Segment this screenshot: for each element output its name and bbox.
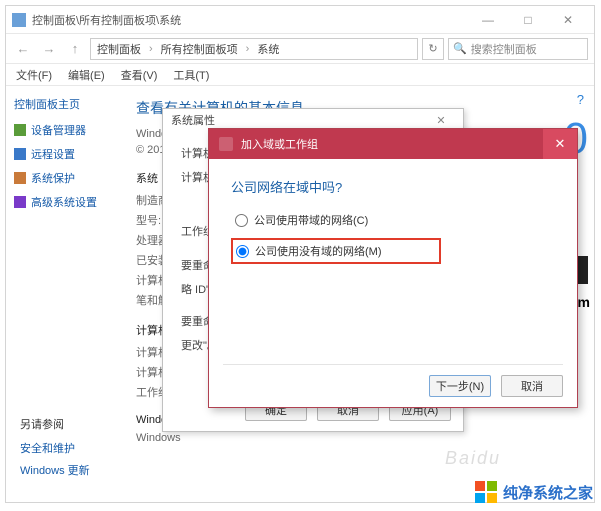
option-without-domain[interactable]: 公司使用没有域的网络(M): [231, 238, 441, 264]
dialog-body: 公司网络在域中吗? 公司使用带域的网络(C) 公司使用没有域的网络(M): [209, 159, 577, 290]
dialog-titlebar[interactable]: 加入域或工作组 ✕: [209, 129, 577, 159]
menu-edit[interactable]: 编辑(E): [68, 67, 105, 83]
row-act: Windows: [136, 432, 576, 444]
sidebar-item-label: 设备管理器: [31, 122, 86, 138]
up-button[interactable]: ↑: [64, 38, 86, 60]
sidebar: 控制面板主页 设备管理器 远程设置 系统保护 高级系统设置 另请参阅 安全和维护…: [6, 86, 118, 472]
menu-tools[interactable]: 工具(T): [173, 67, 209, 83]
window-title: 控制面板\所有控制面板项\系统: [32, 12, 468, 28]
option-label: 公司使用带域的网络(C): [254, 212, 368, 228]
close-button[interactable]: ✕: [548, 8, 588, 32]
window-icon: [12, 13, 26, 27]
join-domain-dialog: 加入域或工作组 ✕ 公司网络在域中吗? 公司使用带域的网络(C) 公司使用没有域…: [208, 128, 578, 408]
sidebar-home[interactable]: 控制面板主页: [14, 96, 110, 112]
gear-icon: [14, 196, 26, 208]
option-label: 公司使用没有域的网络(M): [255, 243, 382, 259]
menu-bar: 文件(F) 编辑(E) 查看(V) 工具(T): [6, 64, 594, 86]
search-placeholder: 搜索控制面板: [471, 41, 537, 57]
option-with-domain[interactable]: 公司使用带域的网络(C): [231, 210, 555, 230]
help-icon[interactable]: ?: [577, 92, 584, 107]
nav-row: ← → ↑ 控制面板 › 所有控制面板项 › 系统 ↻ 🔍 搜索控制面板: [6, 34, 594, 64]
dialog-close-button[interactable]: ✕: [543, 129, 577, 159]
footer-head: 另请参阅: [20, 416, 90, 432]
sidebar-item-remote[interactable]: 远程设置: [14, 146, 110, 162]
dialog-title: 系统属性: [171, 112, 215, 128]
footer-link-update[interactable]: Windows 更新: [20, 462, 90, 478]
faint-watermark: Baidu: [445, 448, 501, 469]
shield-icon: [14, 172, 26, 184]
titlebar: 控制面板\所有控制面板项\系统 — □ ✕: [6, 6, 594, 34]
crumb-sep-icon: ›: [246, 43, 250, 55]
crumb-2[interactable]: 所有控制面板项: [161, 41, 238, 57]
radio-without-domain[interactable]: [236, 245, 249, 258]
menu-view[interactable]: 查看(V): [121, 67, 158, 83]
refresh-button[interactable]: ↻: [422, 38, 444, 60]
breadcrumb[interactable]: 控制面板 › 所有控制面板项 › 系统: [90, 38, 418, 60]
sidebar-item-device-manager[interactable]: 设备管理器: [14, 122, 110, 138]
sidebar-item-advanced[interactable]: 高级系统设置: [14, 194, 110, 210]
sidebar-item-label: 远程设置: [31, 146, 75, 162]
maximize-button[interactable]: □: [508, 8, 548, 32]
next-button[interactable]: 下一步(N): [429, 375, 491, 397]
crumb-3[interactable]: 系统: [257, 41, 279, 57]
device-icon: [14, 124, 26, 136]
minimize-button[interactable]: —: [468, 8, 508, 32]
crumb-sep-icon: ›: [149, 43, 153, 55]
windows-logo-icon: [475, 481, 497, 503]
dialog-title: 加入域或工作组: [241, 136, 318, 152]
menu-file[interactable]: 文件(F): [16, 67, 52, 83]
search-input[interactable]: 🔍 搜索控制面板: [448, 38, 588, 60]
search-icon: 🔍: [453, 42, 467, 55]
forward-button[interactable]: →: [38, 38, 60, 60]
radio-with-domain[interactable]: [235, 214, 248, 227]
dialog-close-button[interactable]: ✕: [427, 114, 455, 127]
wizard-icon: [219, 137, 233, 151]
remote-icon: [14, 148, 26, 160]
question-text: 公司网络在域中吗?: [231, 177, 555, 196]
sidebar-item-protection[interactable]: 系统保护: [14, 170, 110, 186]
sidebar-item-label: 系统保护: [31, 170, 75, 186]
back-button[interactable]: ←: [12, 38, 34, 60]
watermark-text: 纯净系统之家: [503, 482, 593, 503]
cancel-button[interactable]: 取消: [501, 375, 563, 397]
sidebar-footer: 另请参阅 安全和维护 Windows 更新: [20, 416, 90, 484]
dialog-buttons: 下一步(N) 取消: [223, 364, 563, 397]
sidebar-item-label: 高级系统设置: [31, 194, 97, 210]
crumb-1[interactable]: 控制面板: [97, 41, 141, 57]
footer-link-security[interactable]: 安全和维护: [20, 440, 90, 456]
site-watermark: 纯净系统之家: [475, 481, 593, 503]
